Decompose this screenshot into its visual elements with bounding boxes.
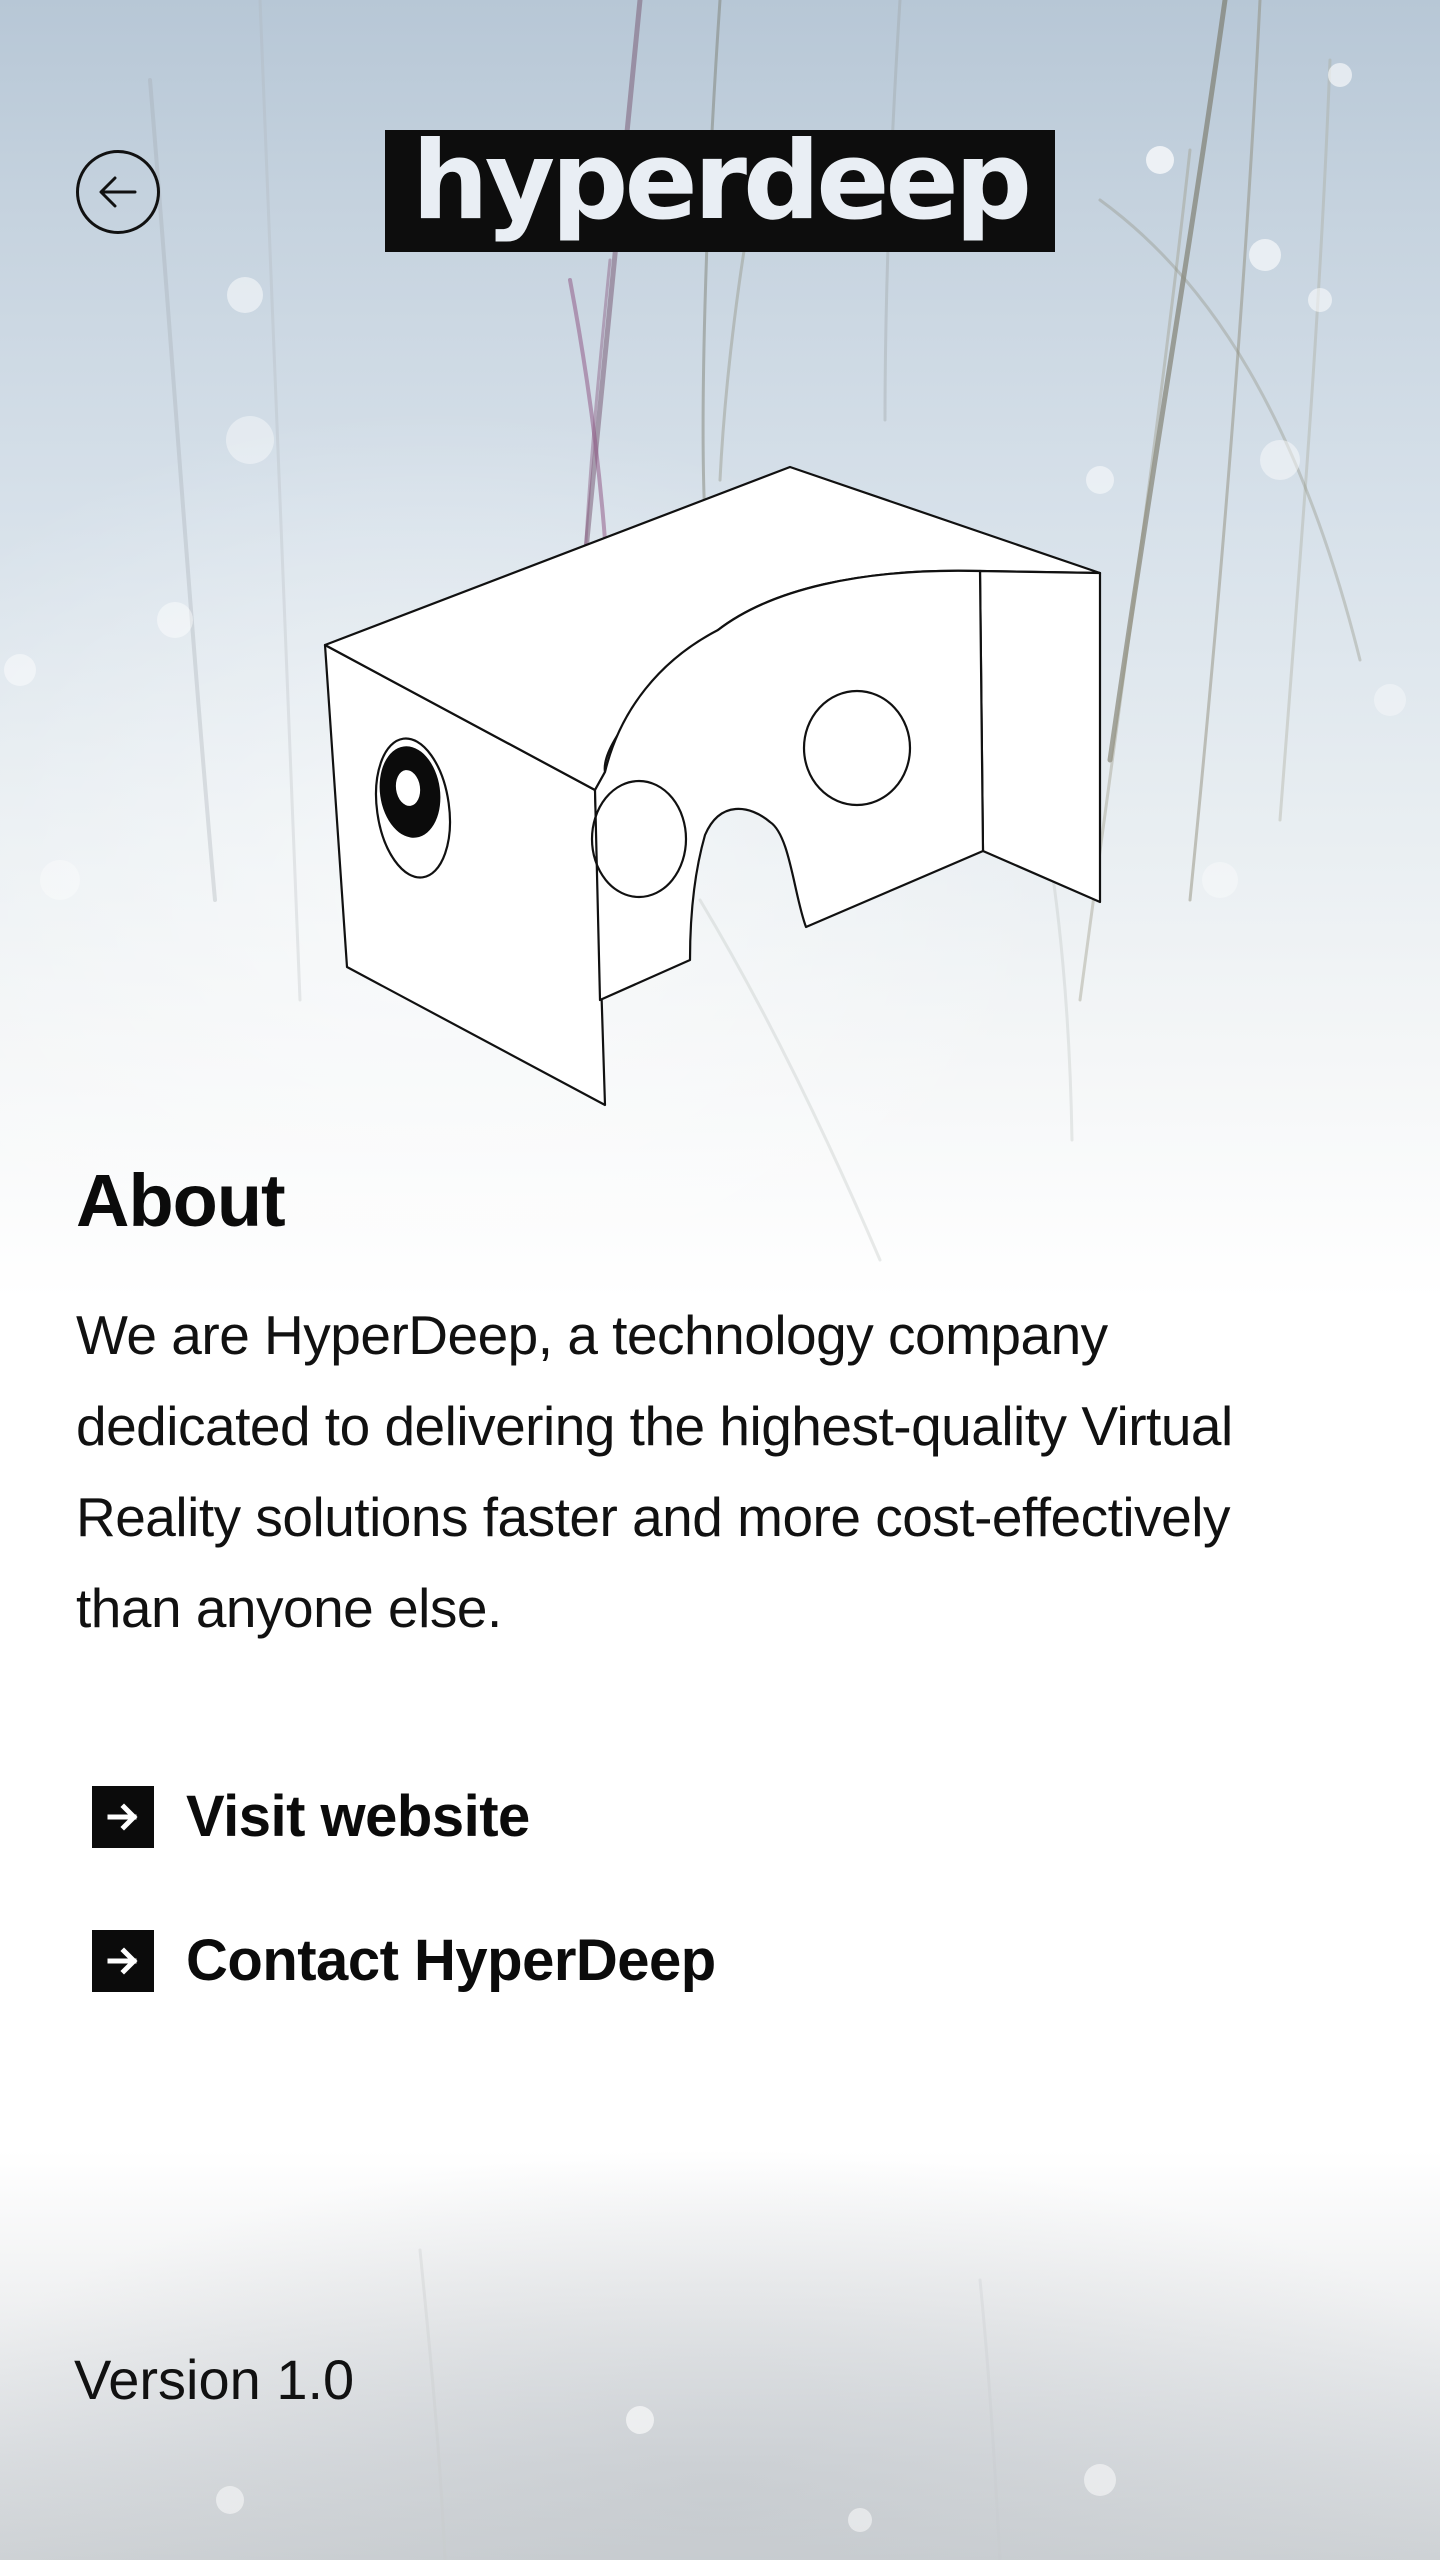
- contact-hyperdeep-label: Contact HyperDeep: [186, 1928, 716, 1993]
- version-label: Version 1.0: [74, 2348, 355, 2411]
- logo-text: hyperdeep: [411, 119, 1032, 244]
- about-description: We are HyperDeep, a technology company d…: [76, 1304, 1233, 1639]
- arrow-right-box-icon: [92, 1786, 154, 1848]
- arrow-left-icon: [99, 176, 137, 208]
- visit-website-link[interactable]: Visit website: [92, 1786, 530, 1848]
- background-grass-decoration: [4, 0, 1406, 2560]
- contact-hyperdeep-link[interactable]: Contact HyperDeep: [92, 1930, 716, 1992]
- hyperdeep-logo: hyperdeep: [385, 119, 1055, 252]
- vr-cardboard-headset-icon: [323, 465, 1102, 1107]
- visit-website-label: Visit website: [186, 1784, 530, 1849]
- back-button[interactable]: [76, 150, 160, 234]
- about-heading: About: [76, 1159, 286, 1242]
- arrow-right-box-icon: [92, 1930, 154, 1992]
